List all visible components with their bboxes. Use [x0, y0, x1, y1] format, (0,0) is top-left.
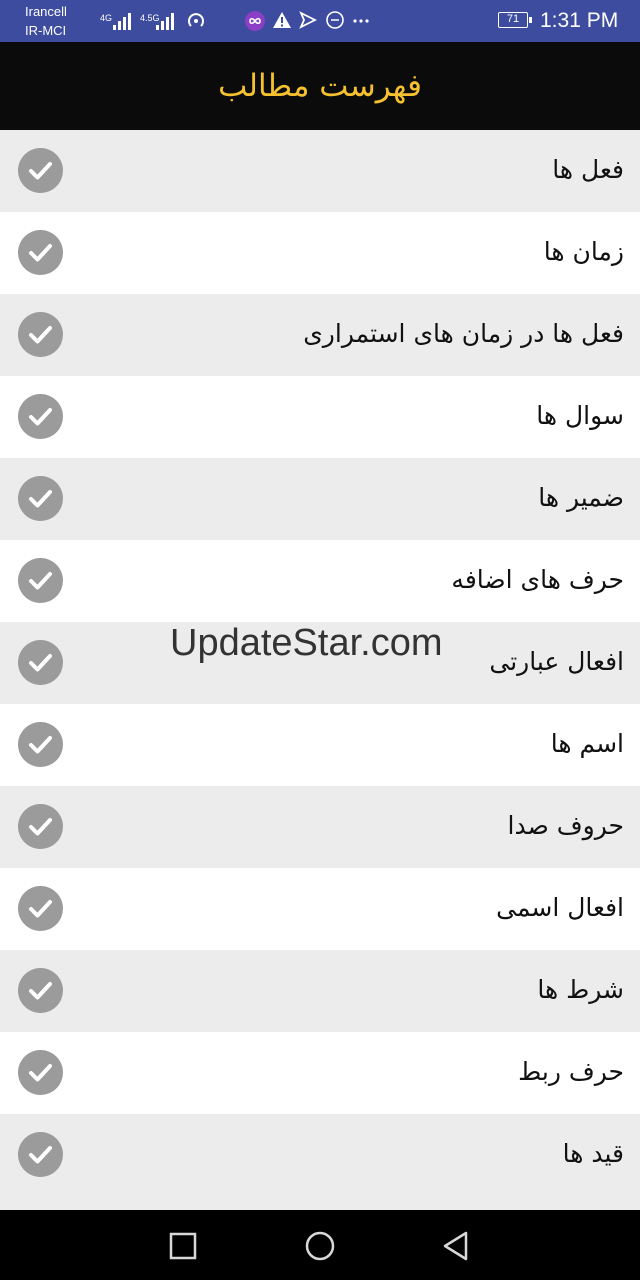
list-item[interactable]: ضمیر ها: [0, 458, 640, 540]
list-item[interactable]: سوال ها: [0, 376, 640, 458]
recent-apps-button[interactable]: [167, 1230, 199, 1262]
signal-icon-secondary: [156, 12, 174, 30]
list-item[interactable]: فعل ها: [0, 130, 640, 212]
list-item[interactable]: شرط ها: [0, 950, 640, 1032]
check-circle-icon: [18, 886, 63, 931]
list-item-label: افعال اسمی: [496, 893, 624, 922]
list-item[interactable]: فعل ها در زمان های استمراری: [0, 294, 640, 376]
list-item-label: زمان ها: [543, 237, 624, 266]
signal-icon: [113, 12, 131, 30]
list-item[interactable]: حرف های اضافه: [0, 540, 640, 622]
check-circle-icon: [18, 968, 63, 1013]
list-item-label: فعل ها در زمان های استمراری: [303, 319, 624, 348]
loop-app-icon: [245, 11, 265, 31]
message-icon: [326, 11, 344, 29]
list-item-label: ضمیر ها: [538, 483, 624, 512]
check-circle-icon: [18, 312, 63, 357]
battery-level: 71: [506, 13, 520, 25]
clock: 1:31 PM: [540, 9, 619, 32]
battery-icon: 71: [498, 12, 532, 28]
warning-icon: [273, 12, 291, 28]
check-circle-icon: [18, 804, 63, 849]
list-item-label: حرف ربط: [518, 1057, 624, 1086]
more-notifications-icon: [353, 19, 369, 23]
list-item-label: افعال عبارتی: [489, 647, 624, 676]
back-button[interactable]: [440, 1230, 472, 1262]
check-circle-icon: [18, 230, 63, 275]
network-type: 4G: [100, 13, 113, 23]
check-circle-icon: [18, 558, 63, 603]
carrier-name-secondary: IR-MCI: [25, 23, 67, 38]
carrier-name: Irancell: [25, 4, 67, 19]
check-circle-icon: [18, 640, 63, 685]
hotspot-icon: [188, 13, 204, 27]
check-circle-icon: [18, 394, 63, 439]
status-bar: Irancell IR-MCI 4G 4.5G 71 1:31 PM: [0, 0, 640, 42]
page-title: فهرست مطالب: [218, 68, 422, 104]
list-item[interactable]: افعال اسمی: [0, 868, 640, 950]
list-item[interactable]: حروف صدا: [0, 786, 640, 868]
list-item-label: قید ها: [562, 1139, 624, 1168]
send-icon: [299, 11, 317, 29]
list-item-partial[interactable]: [0, 1196, 640, 1210]
list-item[interactable]: زمان ها: [0, 212, 640, 294]
check-circle-icon: [18, 1050, 63, 1095]
app-bar: فهرست مطالب: [0, 42, 640, 130]
list-item-label: فعل ها: [552, 155, 624, 184]
list-item-label: اسم ها: [550, 729, 624, 758]
list-item-label: سوال ها: [536, 401, 624, 430]
check-circle-icon: [18, 722, 63, 767]
list-item-label: حرف های اضافه: [451, 565, 624, 594]
list-item[interactable]: اسم ها: [0, 704, 640, 786]
watermark: UpdateStar.com: [170, 622, 443, 664]
navigation-bar: [0, 1210, 640, 1280]
check-circle-icon: [18, 148, 63, 193]
list-item-label: شرط ها: [537, 975, 624, 1004]
check-circle-icon: [18, 1132, 63, 1177]
home-button[interactable]: [304, 1230, 336, 1262]
list-item[interactable]: حرف ربط: [0, 1032, 640, 1114]
list-item-label: حروف صدا: [507, 811, 624, 840]
list-item[interactable]: قید ها: [0, 1114, 640, 1196]
check-circle-icon: [18, 476, 63, 521]
